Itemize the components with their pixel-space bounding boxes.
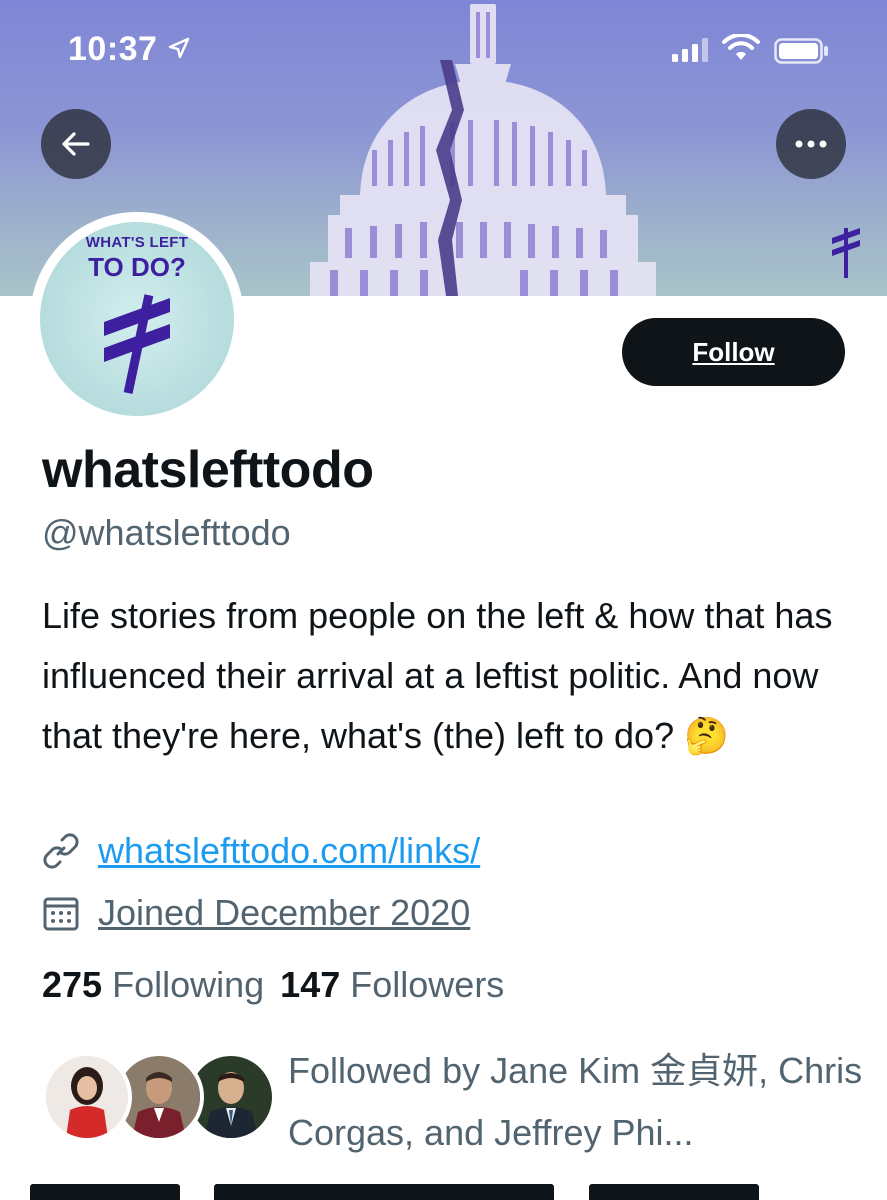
wifi-icon <box>722 34 760 60</box>
website-link[interactable]: whatslefttodo.com/links/ <box>98 830 480 872</box>
joined-row: Joined December 2020 <box>42 892 470 934</box>
arrow-left-icon <box>62 132 90 156</box>
link-icon <box>42 830 84 872</box>
tab-media[interactable] <box>588 1184 759 1200</box>
profile-avatar[interactable]: WHAT'S LEFT TO DO? <box>40 222 234 416</box>
avatar-logo-line1: WHAT'S LEFT <box>85 234 189 251</box>
tab-tweets-replies[interactable] <box>214 1184 555 1200</box>
website-row: whatslefttodo.com/links/ <box>42 830 480 872</box>
cellular-signal-icon <box>672 38 708 62</box>
profile-tabs[interactable] <box>30 1184 887 1200</box>
location-arrow-icon <box>168 37 190 59</box>
calendar-icon <box>42 892 84 934</box>
following-count: 275 <box>42 964 103 1005</box>
profile-bio: Life stories from people on the left & h… <box>42 595 833 756</box>
more-options-button[interactable] <box>776 109 846 179</box>
tab-tweets[interactable] <box>30 1184 180 1200</box>
display-name: whatslefttodo <box>42 441 374 499</box>
followed-by-text[interactable]: Followed by Jane Kim 金貞妍, Chris Corgas, … <box>288 1040 868 1164</box>
avatar-logo-line2: TO DO? <box>88 252 186 282</box>
more-horizontal-icon <box>795 140 827 148</box>
followers-count: 147 <box>280 964 341 1005</box>
user-handle: @whatslefttodo <box>42 512 291 553</box>
battery-icon <box>774 38 828 64</box>
joined-date: Joined December 2020 <box>98 892 471 933</box>
following-link[interactable]: 275 Following <box>42 964 264 1005</box>
follow-button[interactable]: Follow <box>622 318 845 386</box>
followers-label: Followers <box>350 964 505 1005</box>
following-label: Following <box>112 964 265 1005</box>
back-button[interactable] <box>41 109 111 179</box>
signpost-logo-icon <box>104 294 170 394</box>
followers-link[interactable]: 147 Followers <box>280 964 504 1005</box>
follow-stats: 275 Following 147 Followers <box>42 964 504 1006</box>
status-time: 10:37 <box>68 30 158 68</box>
avatar <box>42 1052 132 1142</box>
followed-by-avatars[interactable] <box>42 1052 276 1142</box>
status-bar: 10:37 <box>0 0 887 100</box>
